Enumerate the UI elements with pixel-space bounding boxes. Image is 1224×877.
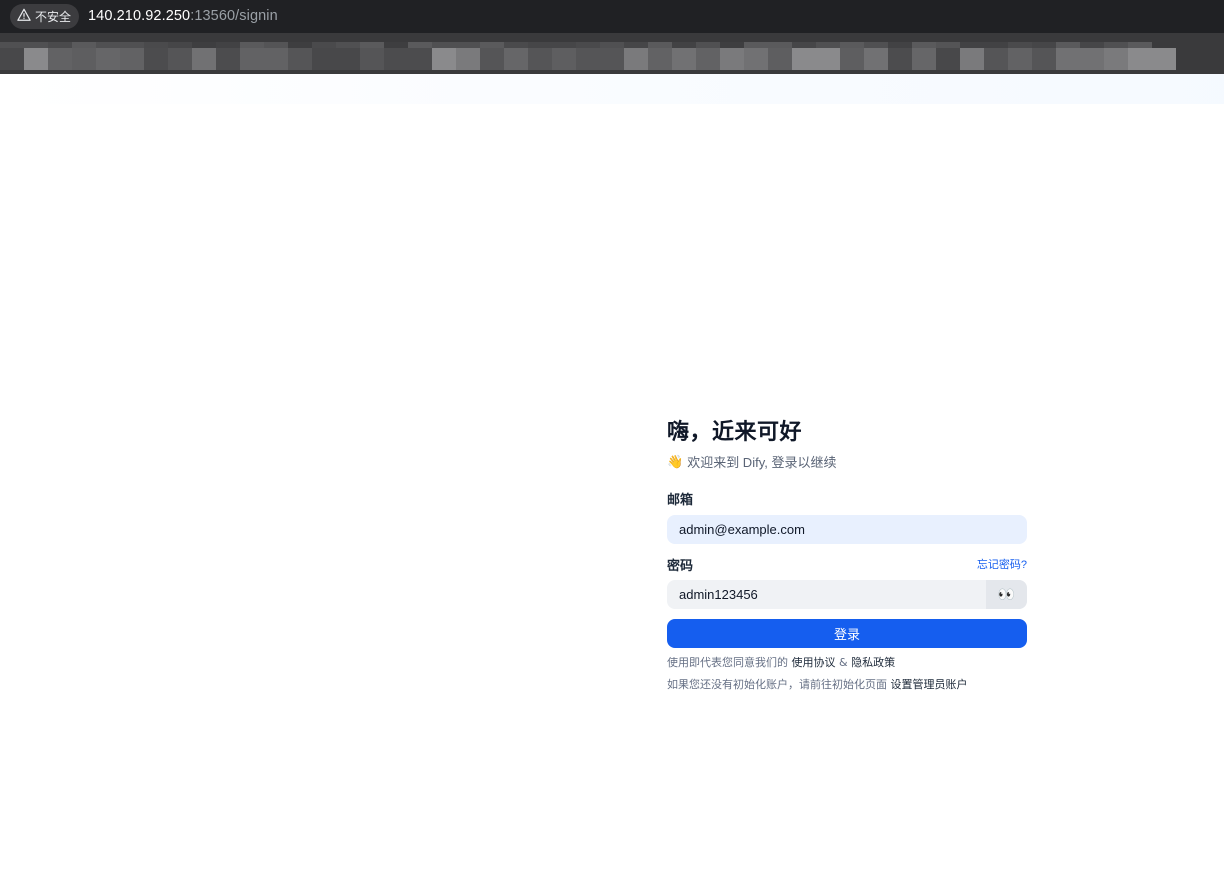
page-top-glow (0, 74, 1224, 104)
redacted-pixel (552, 48, 576, 70)
redacted-pixel (144, 48, 168, 70)
password-label-row: 密码 忘记密码? (667, 556, 1027, 574)
redacted-pixel (360, 48, 384, 70)
redacted-pixel (216, 48, 240, 70)
password-field[interactable]: admin123456 (667, 580, 1027, 609)
redacted-pixel (672, 48, 696, 70)
redacted-pixel (336, 48, 360, 70)
login-button[interactable]: 登录 (667, 619, 1027, 648)
warning-icon (17, 8, 31, 25)
redacted-pixel (768, 48, 792, 70)
redacted-pixel (720, 48, 744, 70)
terms-and: & (839, 656, 848, 669)
setup-admin-link[interactable]: 设置管理员账户 (891, 678, 968, 691)
redacted-pixel (432, 48, 456, 70)
redacted-pixel (840, 48, 864, 70)
privacy-link[interactable]: 隐私政策 (851, 656, 895, 669)
email-field[interactable]: admin@example.com (667, 515, 1027, 544)
redacted-pixel (456, 48, 480, 70)
redacted-pixel (1080, 48, 1104, 70)
redacted-pixel (744, 48, 768, 70)
bookmarks-bar-redacted (0, 33, 1224, 74)
redacted-pixel (168, 48, 192, 70)
redacted-pixel (48, 48, 72, 70)
browser-address-bar: 不安全 140.210.92.250:13560/signin (0, 0, 1224, 33)
redacted-pixel (648, 48, 672, 70)
redacted-pixel (120, 48, 144, 70)
password-wrapper: admin123456 👀 (667, 580, 1027, 609)
redacted-pixel (792, 48, 816, 70)
url-host: 140.210.92.250 (88, 8, 191, 24)
url-path: :13560/signin (190, 8, 278, 24)
redacted-pixel (888, 48, 912, 70)
redacted-pixel (912, 48, 936, 70)
page-content: 嗨，近来可好 👋 欢迎来到 Dify, 登录以继续 邮箱 admin@examp… (0, 74, 1224, 877)
redacted-pixel (0, 48, 24, 70)
url-field[interactable]: 140.210.92.250:13560/signin (88, 8, 278, 24)
setup-prefix: 如果您还没有初始化账户，请前往初始化页面 (667, 678, 887, 691)
redacted-pixel (192, 48, 216, 70)
redacted-pixel (864, 48, 888, 70)
redacted-pixel (1128, 48, 1152, 70)
redacted-pixel (264, 48, 288, 70)
redacted-pixel (240, 48, 264, 70)
signin-form: 嗨，近来可好 👋 欢迎来到 Dify, 登录以继续 邮箱 admin@examp… (667, 418, 1027, 692)
redacted-pixel (72, 48, 96, 70)
redacted-pixel (1032, 48, 1056, 70)
redacted-pixel (984, 48, 1008, 70)
subtitle: 👋 欢迎来到 Dify, 登录以继续 (667, 452, 1027, 470)
redacted-pixel (384, 48, 408, 70)
redacted-pixel (528, 48, 552, 70)
forgot-password-link[interactable]: 忘记密码? (977, 556, 1027, 572)
redacted-pixel (1056, 48, 1080, 70)
redacted-pixel (480, 48, 504, 70)
redacted-pixel (1152, 48, 1176, 70)
redacted-pixel (576, 48, 600, 70)
redacted-pixel (312, 48, 336, 70)
terms-prefix: 使用即代表您同意我们的 (667, 656, 788, 669)
password-label: 密码 (667, 558, 694, 574)
subtitle-text: 欢迎来到 Dify, 登录以继续 (687, 454, 837, 470)
redacted-pixel (816, 48, 840, 70)
redacted-pixel (504, 48, 528, 70)
terms-notice: 使用即代表您同意我们的 使用协议 & 隐私政策 (667, 656, 1027, 670)
redacted-pixel (600, 48, 624, 70)
terms-link[interactable]: 使用协议 (792, 656, 836, 669)
email-value: admin@example.com (679, 522, 805, 537)
redacted-pixel (1008, 48, 1032, 70)
redacted-pixel (24, 48, 48, 70)
show-password-button[interactable]: 👀 (986, 580, 1027, 609)
redacted-pixel (696, 48, 720, 70)
redacted-pixel (960, 48, 984, 70)
setup-notice: 如果您还没有初始化账户，请前往初始化页面 设置管理员账户 (667, 678, 1027, 692)
redacted-pixel (288, 48, 312, 70)
redacted-pixel (624, 48, 648, 70)
password-value: admin123456 (679, 587, 758, 602)
eyes-icon: 👀 (997, 586, 1016, 602)
redacted-pixel (96, 48, 120, 70)
redacted-pixel (936, 48, 960, 70)
security-indicator[interactable]: 不安全 (10, 4, 79, 29)
email-label: 邮箱 (667, 493, 694, 508)
redacted-pixel (1104, 48, 1128, 70)
waving-hand-icon: 👋 (667, 453, 684, 469)
security-label: 不安全 (35, 10, 72, 24)
redacted-pixel (408, 48, 432, 70)
page-title: 嗨，近来可好 (667, 420, 803, 445)
